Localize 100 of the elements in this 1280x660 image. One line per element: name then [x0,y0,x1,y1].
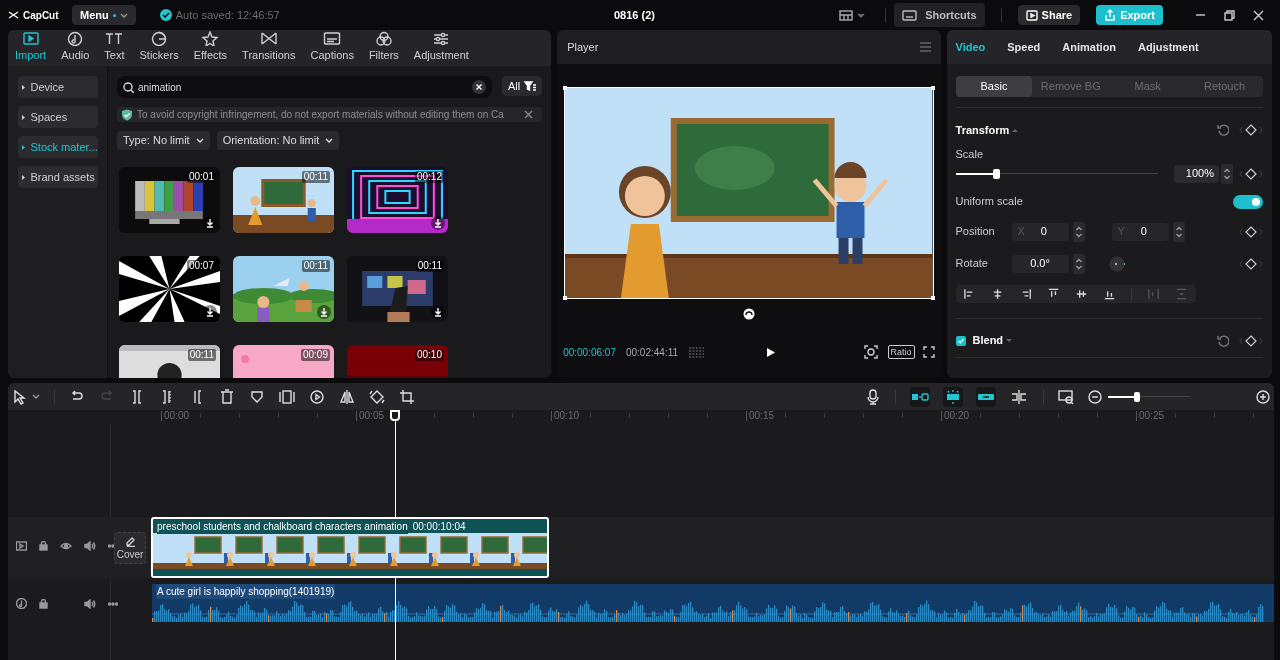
microphone-icon[interactable] [865,388,881,405]
zoom-slider[interactable] [1108,391,1190,402]
scale-field[interactable]: 100% [1174,164,1219,183]
restore-icon[interactable] [1224,9,1235,21]
crop-icon[interactable] [399,388,415,405]
filter-button[interactable]: All [501,76,543,96]
layout-icon[interactable] [839,9,854,21]
stepper-icon[interactable] [1072,253,1085,274]
sidebar-item[interactable]: Brand assets [17,166,98,188]
rotation-dial-icon[interactable] [1108,255,1125,272]
media-tab[interactable]: Filters [368,30,399,63]
download-icon[interactable] [431,305,445,319]
resize-handle[interactable] [930,296,935,300]
media-tab[interactable]: Text [104,30,125,63]
caret-icon [325,138,334,143]
scale-slider[interactable] [955,168,1158,179]
media-tab[interactable]: Effects [193,30,228,63]
media-tab[interactable]: Captions [310,30,354,63]
toggle-switch[interactable] [1233,194,1263,209]
focus-icon[interactable] [863,345,878,359]
snap-icon [944,388,962,405]
preview-axis-icon[interactable] [1058,388,1074,405]
search-field[interactable]: animation [117,76,492,98]
close-icon[interactable] [1253,9,1264,21]
cover-button[interactable]: Cover [114,532,146,564]
mirror-icon[interactable] [339,388,355,405]
check-circle-icon [159,9,172,21]
caret-icon [119,12,128,18]
stepper-icon[interactable] [1172,221,1185,242]
snap-toggle[interactable] [976,386,996,407]
download-icon[interactable] [203,216,217,230]
resize-handle[interactable] [930,86,935,90]
caret-icon [21,174,25,180]
media-tab[interactable]: Import [15,30,47,63]
clear-icon[interactable] [471,80,486,94]
download-icon[interactable] [431,216,445,230]
play-circle-icon[interactable] [309,388,325,405]
resize-handle[interactable] [563,86,568,90]
select-icon[interactable] [12,388,28,405]
inspector-tab[interactable]: Adjustment [1138,38,1199,56]
menu-button[interactable]: Menu [72,5,136,25]
keyframe-icon[interactable] [1239,167,1263,180]
download-icon[interactable] [317,305,331,319]
filter-dropdown[interactable]: Orientation: No limit [216,131,340,150]
rotate-icon[interactable] [369,388,385,405]
media-tab[interactable]: Transitions [242,30,296,63]
rotate-handle-icon[interactable] [742,308,755,320]
keyframe-icon[interactable] [1239,257,1263,270]
delete-icon[interactable] [219,388,235,405]
caret-up-icon[interactable] [1012,127,1019,133]
volume-icon[interactable] [84,598,96,609]
share-button[interactable]: Share [1017,5,1081,25]
frame-icon[interactable] [279,388,295,405]
sidebar-item[interactable]: Spaces [17,106,98,128]
keyframe-icon[interactable] [1239,334,1263,347]
audio-track-icon [16,598,27,609]
keyboard-icon [902,9,918,21]
keyframe-icon[interactable] [1239,225,1263,238]
duration-label: 00:11 [301,171,330,183]
caret-icon[interactable] [1006,338,1013,343]
reset-icon[interactable] [1217,334,1229,347]
resize-handle[interactable] [563,296,568,300]
inspector-tab[interactable]: Speed [1007,38,1041,56]
app-logo: CapCut [23,8,59,23]
fullscreen-icon[interactable] [922,346,935,358]
snap-toggle[interactable] [910,386,930,407]
shield-outline-icon[interactable] [249,388,265,405]
stepper-icon[interactable] [1072,221,1085,242]
reset-icon[interactable] [1217,124,1229,136]
stepper-icon[interactable] [1221,163,1233,184]
caret-icon [195,138,204,143]
shortcuts-button[interactable]: Shortcuts [894,3,985,27]
circles-icon [374,30,393,46]
audio-clip[interactable]: A cute girl is happily shopping(1401919) [152,584,1274,622]
more-icon[interactable] [108,601,118,606]
media-tab[interactable]: Audio [61,30,90,63]
play-icon[interactable] [766,346,777,358]
duration-label: 00:11 [187,349,216,361]
keyframe-icon[interactable] [1239,124,1263,136]
snap-toggle[interactable] [943,386,963,407]
volume-icon[interactable] [84,541,96,551]
rotate-field[interactable]: 0.0° [1011,254,1069,273]
inspector-tab[interactable]: Animation [1062,38,1117,56]
zoom-in-icon[interactable] [1256,389,1270,404]
eye-icon[interactable] [60,541,72,551]
media-tab[interactable]: Adjustment [413,30,469,63]
inspector-tab[interactable]: Video [955,38,986,56]
media-tab[interactable]: Stickers [139,30,179,63]
video-clip[interactable]: preschool students and chalkboard characters animation 00:00:10:04 [151,517,549,578]
download-icon[interactable] [203,305,217,319]
sidebar-item[interactable]: Stock mater... [17,136,98,158]
ratio-button[interactable]: Ratio [887,345,915,359]
lock-icon[interactable] [39,541,48,551]
filter-dropdown[interactable]: Type: No limit [117,131,210,150]
subtab[interactable]: Basic [955,76,1033,97]
zoom-out-icon[interactable] [1088,389,1102,404]
caret-icon[interactable] [32,394,40,399]
blend-checkbox[interactable] [955,335,966,346]
lock-icon[interactable] [39,598,48,609]
sidebar-item[interactable]: Device [17,76,98,98]
